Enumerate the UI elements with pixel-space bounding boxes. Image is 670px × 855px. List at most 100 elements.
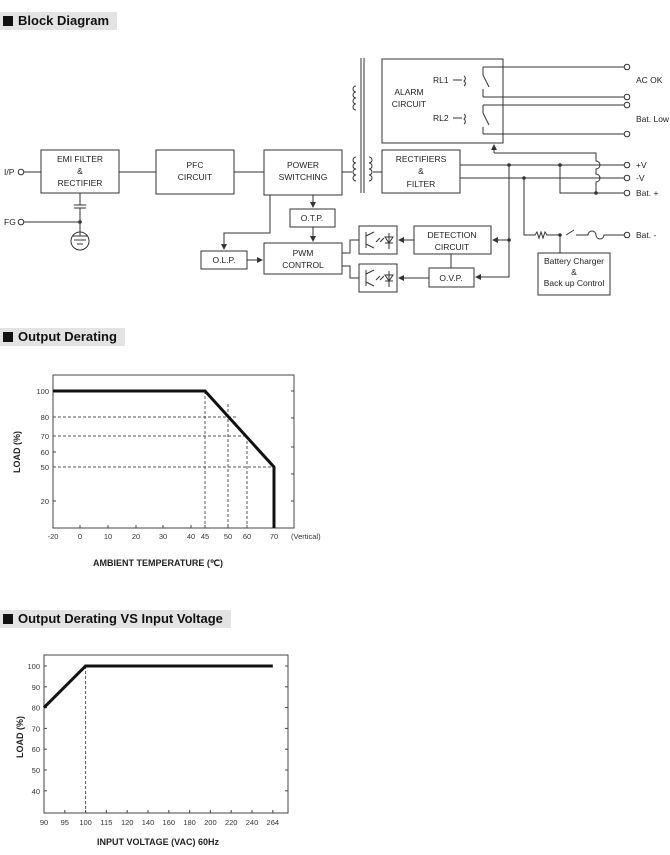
block-diagram: EMI FILTER & RECTIFIER PFC CIRCUIT POWER…	[4, 58, 670, 296]
battery-charger-block: Battery Charger & Back up Control	[537, 252, 611, 296]
y-tick-label: 50	[32, 766, 40, 775]
terminal-fg	[17, 218, 25, 226]
optocoupler-1	[358, 225, 398, 255]
x-tick-label: 45	[201, 532, 209, 541]
y-tick-label: 50	[41, 463, 49, 472]
label: &	[77, 166, 83, 176]
label: O.T.P.	[301, 213, 324, 223]
y-tick-label: 60	[41, 448, 49, 457]
detection-circuit-block: DETECTION CIRCUIT	[413, 225, 492, 255]
y-tick-label: 100	[27, 662, 40, 671]
label: O.V.P.	[439, 273, 462, 283]
label: O.L.P.	[213, 255, 236, 265]
emi-filter-block: EMI FILTER & RECTIFIER	[40, 149, 120, 194]
x-tick-label: 200	[204, 818, 217, 827]
terminal-ip	[17, 168, 25, 176]
transformer-symbol	[342, 58, 382, 193]
y-axis-label: LOAD (%)	[15, 716, 25, 758]
x-tick-label: 20	[132, 532, 140, 541]
label: CIRCUIT	[178, 172, 212, 182]
x-tick-label: 40	[187, 532, 195, 541]
x-axis-label: INPUT VOLTAGE (VAC) 60Hz	[97, 837, 220, 847]
terminal	[623, 101, 631, 109]
optocoupler-2	[358, 263, 398, 293]
x-tick-label: 0	[78, 532, 82, 541]
terminal	[623, 93, 631, 101]
rectifiers-filter-block: RECTIFIERS & FILTER	[381, 149, 461, 194]
y-tick-label: 80	[41, 413, 49, 422]
label: FILTER	[407, 179, 436, 189]
terminal	[623, 161, 631, 169]
x-tick-label: 264	[267, 818, 280, 827]
olp-block: O.L.P.	[200, 250, 248, 270]
terminal	[623, 63, 631, 71]
label: ALARM	[394, 87, 423, 97]
power-switching-block: POWER SWITCHING	[263, 149, 343, 196]
label: RECTIFIER	[58, 178, 103, 188]
x-tick-label: 160	[163, 818, 176, 827]
x-tick-label: 220	[225, 818, 238, 827]
terminal	[623, 231, 631, 239]
bat-low-label: Bat. Low	[636, 114, 670, 124]
derating-curve	[42, 664, 273, 709]
label: SWITCHING	[279, 172, 328, 182]
pwm-control-block: PWM CONTROL	[263, 242, 343, 275]
x-tick-label: 60	[243, 532, 251, 541]
label: Back up Control	[544, 278, 605, 288]
terminal	[623, 174, 631, 182]
derating-curve	[53, 389, 276, 528]
plus-v-label: +V	[636, 160, 647, 170]
alarm-circuit-block: ALARM CIRCUIT RL1 RL2	[381, 58, 624, 144]
terminal	[623, 189, 631, 197]
terminal	[623, 130, 631, 138]
x-tick-label: -20	[48, 532, 59, 541]
y-tick-label: 60	[32, 745, 40, 754]
label: PWM	[293, 248, 314, 258]
derating-vs-input-chart: LOAD (%) INPUT VOLTAGE (VAC) 60Hz 90 95 10…	[15, 654, 289, 847]
x-axis-note: (Vertical)	[291, 532, 321, 541]
bat-plus-label: Bat. +	[636, 188, 658, 198]
x-tick-label: 90	[40, 818, 48, 827]
label: POWER	[287, 160, 319, 170]
output-derating-chart: LOAD (%) AMBIENT TEMPERATURE (℃) (Vertic…	[12, 374, 321, 568]
y-tick-label: 40	[32, 787, 40, 796]
label: EMI FILTER	[57, 154, 103, 164]
label: PFC	[187, 160, 204, 170]
pfc-circuit-block: PFC CIRCUIT	[155, 149, 235, 195]
x-tick-label: 115	[100, 818, 112, 827]
y-axis-label: LOAD (%)	[12, 431, 22, 473]
x-tick-label: 50	[224, 532, 232, 541]
bat-minus-label: Bat. -	[636, 230, 656, 240]
label: CONTROL	[282, 260, 324, 270]
x-tick-label: 70	[270, 532, 278, 541]
x-tick-label: 30	[159, 532, 167, 541]
plot-frame	[43, 654, 289, 814]
label: CIRCUIT	[392, 99, 426, 109]
label: &	[571, 267, 577, 277]
fg-label: FG	[4, 217, 16, 227]
otp-block: O.T.P.	[289, 208, 336, 228]
label: CIRCUIT	[435, 242, 469, 252]
figures: EMI FILTER & RECTIFIER PFC CIRCUIT POWER…	[4, 58, 670, 847]
y-tick-label: 20	[41, 497, 49, 506]
x-tick-label: 10	[104, 532, 112, 541]
label: DETECTION	[427, 230, 476, 240]
ac-ok-label: AC OK	[636, 75, 663, 85]
ip-label: I/P	[4, 167, 15, 177]
x-axis-label: AMBIENT TEMPERATURE (℃)	[93, 558, 223, 568]
plot-frame	[52, 374, 295, 529]
minus-v-label: -V	[636, 173, 645, 183]
x-tick-label: 140	[142, 818, 155, 827]
x-tick-label: 120	[121, 818, 134, 827]
x-tick-label: 180	[183, 818, 196, 827]
y-tick-label: 70	[32, 724, 40, 733]
ovp-block: O.V.P.	[428, 267, 475, 288]
relay-rl1-label: RL1	[433, 75, 449, 85]
y-tick-label: 80	[32, 704, 40, 713]
x-tick-label: 100	[79, 818, 92, 827]
label: Battery Charger	[544, 256, 604, 266]
y-tick-label: 90	[32, 683, 40, 692]
label: &	[418, 166, 424, 176]
y-tick-label: 70	[41, 432, 49, 441]
relay-rl2-label: RL2	[433, 113, 449, 123]
